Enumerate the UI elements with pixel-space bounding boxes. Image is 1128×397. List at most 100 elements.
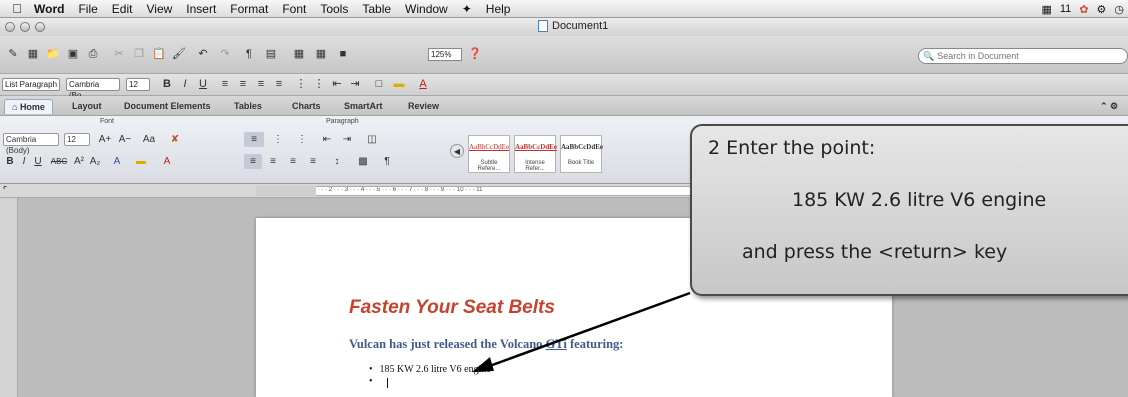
ribbon-italic-button[interactable]: I bbox=[18, 154, 30, 169]
tab-smartart[interactable]: SmartArt bbox=[344, 99, 383, 114]
show-paragraph-marks-icon[interactable]: ¶ bbox=[240, 46, 258, 62]
redo-icon[interactable]: ↷ bbox=[216, 46, 234, 62]
multilevel-list-icon[interactable]: ⋮ bbox=[292, 132, 312, 147]
paste-icon[interactable]: 📋 bbox=[150, 46, 168, 62]
ribbon-align-left-icon[interactable]: ≡ bbox=[244, 154, 262, 169]
align-left-icon[interactable]: ≡ bbox=[218, 77, 232, 92]
ribbon-font-size-select[interactable]: 12 bbox=[64, 133, 90, 146]
format-painter-icon[interactable]: 🖌 bbox=[170, 46, 188, 62]
clock-icon[interactable]: ◷ bbox=[1114, 3, 1124, 16]
menu-help[interactable]: Help bbox=[486, 2, 511, 16]
undo-icon[interactable]: ↶ bbox=[194, 46, 212, 62]
ribbon-align-right-icon[interactable]: ≡ bbox=[284, 154, 302, 169]
tab-home[interactable]: ⌂ Home bbox=[4, 99, 53, 114]
collapse-ribbon-icon[interactable]: ⌃ ⚙ bbox=[1100, 99, 1118, 114]
tab-charts[interactable]: Charts bbox=[292, 99, 321, 114]
style-subtle-reference[interactable]: AaBbCcDdEe Subtle Refere... bbox=[468, 135, 510, 173]
tab-stop-icon[interactable]: ⌜ bbox=[3, 185, 7, 196]
italic-button[interactable]: I bbox=[178, 77, 192, 92]
minimize-window-button[interactable] bbox=[20, 22, 30, 32]
ribbon-align-center-icon[interactable]: ≡ bbox=[264, 154, 282, 169]
ribbon-underline-button[interactable]: U bbox=[32, 154, 44, 169]
table-icon[interactable]: ▦ bbox=[312, 46, 330, 62]
bold-button[interactable]: B bbox=[160, 77, 174, 92]
script-menu-icon[interactable]: ✦ bbox=[462, 2, 472, 16]
align-right-icon[interactable]: ≡ bbox=[254, 77, 268, 92]
media-browser-icon[interactable]: ■ bbox=[334, 46, 352, 62]
sidebar-icon[interactable]: ▤ bbox=[262, 46, 280, 62]
copy-icon[interactable]: ❐ bbox=[130, 46, 148, 62]
menu-app-name[interactable]: Word bbox=[34, 2, 64, 16]
ribbon-numbering-icon[interactable]: ⋮ bbox=[268, 132, 288, 147]
close-window-button[interactable] bbox=[5, 22, 15, 32]
font-color-icon[interactable]: A bbox=[416, 77, 430, 92]
columns-icon[interactable]: ◫ bbox=[362, 132, 382, 147]
print-icon[interactable]: ⎙ bbox=[84, 46, 102, 62]
style-intense-reference[interactable]: AaBbCcDdEe Intense Refer... bbox=[514, 135, 557, 173]
bullets-icon[interactable]: ⋮ bbox=[294, 77, 308, 92]
gear-icon[interactable]: ⚙ bbox=[1097, 3, 1107, 16]
menu-insert[interactable]: Insert bbox=[186, 2, 216, 16]
ribbon-bold-button[interactable]: B bbox=[4, 154, 16, 169]
help-icon[interactable]: ❓ bbox=[466, 46, 484, 62]
change-case-icon[interactable]: Aa bbox=[138, 132, 160, 147]
tab-review[interactable]: Review bbox=[408, 99, 439, 114]
ribbon-decrease-indent-icon[interactable]: ⇤ bbox=[318, 132, 336, 147]
superscript-icon[interactable]: A² bbox=[72, 154, 86, 169]
clear-formatting-icon[interactable]: ✘ bbox=[166, 132, 184, 147]
toolbox-icon[interactable]: ▦ bbox=[290, 46, 308, 62]
templates-icon[interactable]: ▦ bbox=[24, 46, 42, 62]
vertical-ruler[interactable] bbox=[0, 198, 18, 397]
tab-layout[interactable]: Layout bbox=[72, 99, 102, 114]
decrease-indent-icon[interactable]: ⇤ bbox=[330, 77, 344, 92]
callout-step-number: 2 bbox=[708, 137, 721, 159]
style-book-title[interactable]: AaBbCcDdEe Book Title bbox=[560, 135, 603, 173]
ribbon-justify-icon[interactable]: ≡ bbox=[304, 154, 322, 169]
menu-window[interactable]: Window bbox=[405, 2, 448, 16]
styles-scroll-left-icon[interactable]: ◀ bbox=[450, 144, 464, 158]
zoom-window-button[interactable] bbox=[35, 22, 45, 32]
zoom-select[interactable]: 125% bbox=[428, 48, 462, 61]
shrink-font-icon[interactable]: A− bbox=[116, 132, 134, 147]
tab-document-elements[interactable]: Document Elements bbox=[124, 99, 211, 114]
ribbon-bullets-icon[interactable]: ≡ bbox=[244, 132, 264, 147]
shading-icon[interactable]: ▩ bbox=[352, 154, 374, 169]
apple-menu-icon[interactable]:  bbox=[0, 1, 34, 16]
strikethrough-icon[interactable]: ABC bbox=[48, 154, 70, 169]
grow-font-icon[interactable]: A+ bbox=[96, 132, 114, 147]
menu-tools[interactable]: Tools bbox=[320, 2, 348, 16]
numbering-icon[interactable]: ⋮ bbox=[312, 77, 326, 92]
menu-edit[interactable]: Edit bbox=[112, 2, 133, 16]
paragraph-marks-icon[interactable]: ¶ bbox=[378, 154, 396, 169]
ribbon-font-color-icon[interactable]: A bbox=[156, 154, 178, 169]
font-select[interactable]: Cambria (Bo... bbox=[66, 78, 120, 100]
line-spacing-icon[interactable]: ↕ bbox=[326, 154, 348, 169]
text-effects-icon[interactable]: A bbox=[108, 154, 126, 169]
ribbon-increase-indent-icon[interactable]: ⇥ bbox=[338, 132, 356, 147]
style-select[interactable]: List Paragraph bbox=[2, 78, 60, 91]
menu-file[interactable]: File bbox=[78, 2, 97, 16]
tab-tables[interactable]: Tables bbox=[234, 99, 262, 114]
cut-icon[interactable]: ✂ bbox=[110, 46, 128, 62]
font-size-select[interactable]: 12 bbox=[126, 78, 150, 91]
increase-indent-icon[interactable]: ⇥ bbox=[348, 77, 362, 92]
align-center-icon[interactable]: ≡ bbox=[236, 77, 250, 92]
menu-format[interactable]: Format bbox=[230, 2, 268, 16]
borders-icon[interactable]: □ bbox=[372, 77, 386, 92]
justify-icon[interactable]: ≡ bbox=[272, 77, 286, 92]
app-status-icon[interactable]: ✿ bbox=[1079, 3, 1088, 16]
ribbon-font-select[interactable]: Cambria (Body) bbox=[3, 133, 59, 155]
underline-button[interactable]: U bbox=[196, 77, 210, 92]
open-folder-icon[interactable]: 📁 bbox=[44, 46, 62, 62]
save-icon[interactable]: ▣ bbox=[64, 46, 82, 62]
menu-table[interactable]: Table bbox=[362, 2, 391, 16]
menu-font[interactable]: Font bbox=[282, 2, 306, 16]
menu-view[interactable]: View bbox=[146, 2, 172, 16]
subscript-icon[interactable]: A₂ bbox=[88, 154, 102, 169]
search-box[interactable]: 🔍 bbox=[918, 48, 1128, 64]
search-input[interactable] bbox=[937, 51, 1118, 61]
highlight-icon[interactable]: ▬ bbox=[392, 77, 406, 92]
status-indicator-icon[interactable]: ▦ bbox=[1041, 3, 1051, 16]
ribbon-highlight-icon[interactable]: ▬ bbox=[130, 154, 152, 169]
new-document-icon[interactable]: ✎ bbox=[4, 46, 22, 62]
